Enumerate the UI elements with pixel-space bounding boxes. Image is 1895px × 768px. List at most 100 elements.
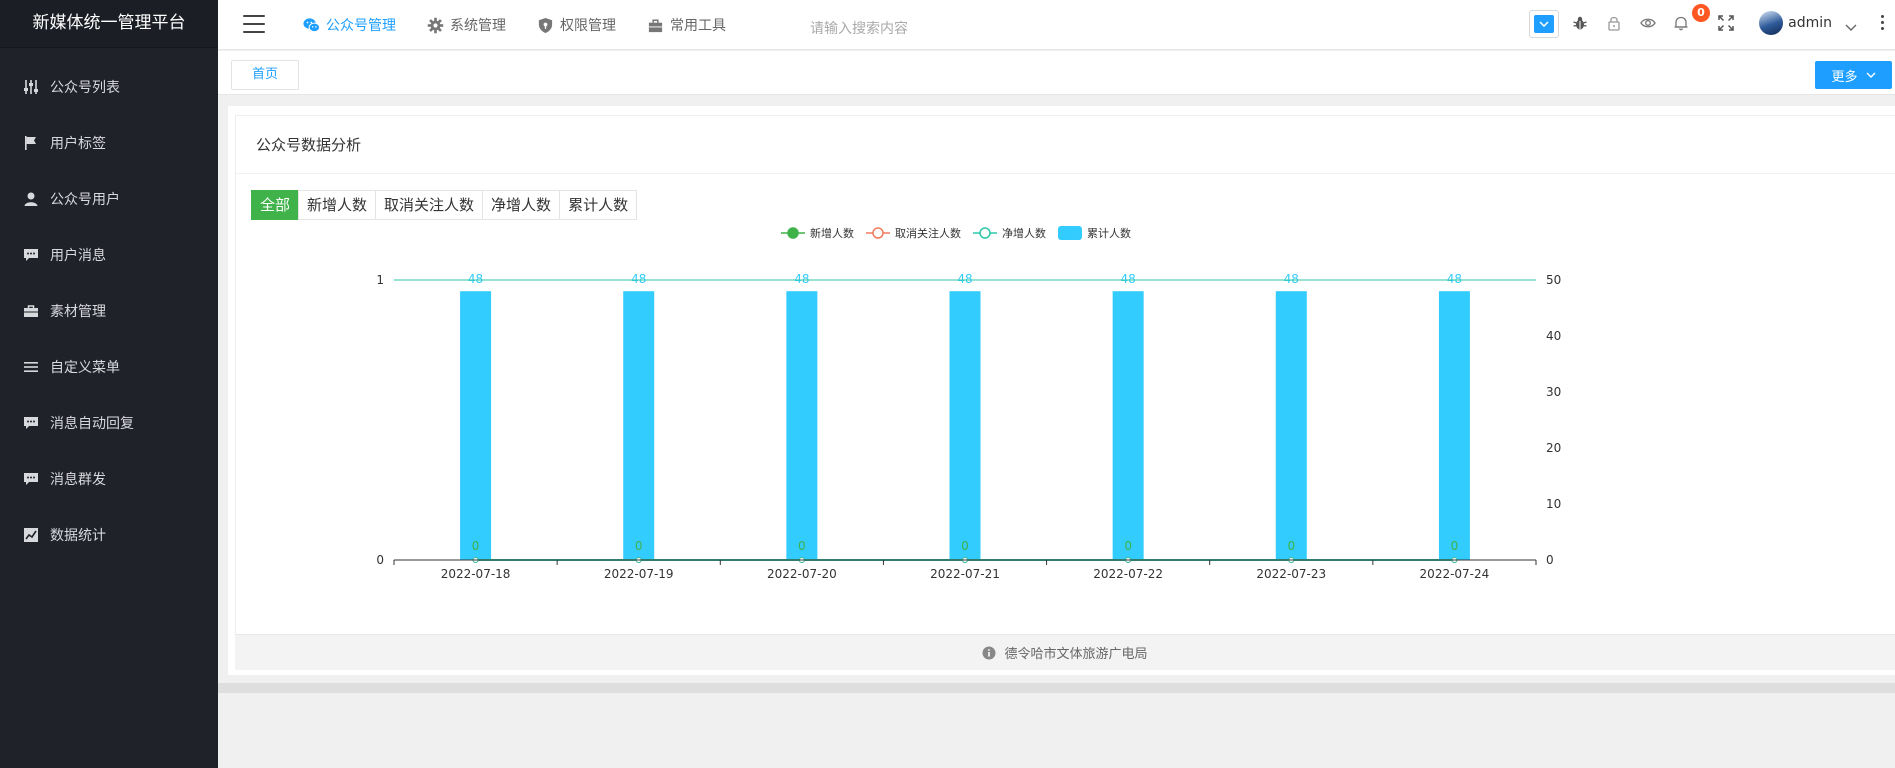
bar-data-label: 48 [468, 272, 483, 286]
more-vertical-icon[interactable] [1881, 15, 1885, 33]
line-data-label: 0 [961, 539, 969, 553]
flag-icon [22, 134, 40, 152]
nav-item-account-management[interactable]: 公众号管理 [303, 15, 396, 35]
gear-icon [427, 17, 444, 33]
analysis-panel: 公众号数据分析 全部 新增人数 取消关注人数 净增人数 累计人数 0 1 0 10 20… [235, 115, 1895, 634]
sidebar-item-auto-reply[interactable]: 消息自动回复 [0, 395, 218, 451]
sidebar-item-label: 公众号列表 [50, 80, 120, 96]
footer-text: 德令哈市文体旅游广电局 [1004, 647, 1148, 662]
menu-toggle-icon[interactable] [243, 15, 265, 33]
fullscreen-icon[interactable] [1717, 14, 1735, 32]
shield-icon [538, 17, 553, 33]
sidebar: 新媒体统一管理平台 公众号列表 用户标签 公众号用户 用户消息 素材管理 自定义… [0, 0, 218, 768]
briefcase-icon [22, 302, 40, 320]
line-data-label: 0 [635, 539, 643, 553]
legend-label: 累计人数 [1087, 227, 1131, 240]
sidebar-item-account-list[interactable]: 公众号列表 [0, 59, 218, 115]
chart-bar [1112, 291, 1144, 560]
app-title: 新媒体统一管理平台 [0, 0, 218, 48]
line-data-label: 0 [1124, 539, 1132, 553]
nav-label: 常用工具 [670, 18, 726, 34]
bar-data-label: 48 [1284, 272, 1299, 286]
legend-marker [787, 227, 799, 239]
user-icon [22, 190, 40, 208]
sidebar-item-statistics[interactable]: 数据统计 [0, 507, 218, 563]
tabs-bar: 首页 更多 [218, 51, 1895, 95]
line-data-label: 0 [472, 539, 480, 553]
line-data-label: 0 [1287, 539, 1295, 553]
analysis-chart: 010102030405048 48 48 48 48 48 480 0 0 0 0 0 02022-0… [376, 226, 1561, 581]
bar-data-label: 48 [1121, 272, 1136, 286]
bottom-scrollbar [218, 683, 1895, 693]
sidebar-item-custom-menu[interactable]: 自定义菜单 [0, 339, 218, 395]
sidebar-item-label: 用户消息 [50, 248, 106, 264]
search-input[interactable] [810, 13, 1030, 45]
x-axis-tick-label: 2022-07-18 [441, 567, 511, 581]
message-icon [22, 246, 40, 264]
legend-label: 净增人数 [1002, 226, 1046, 240]
sidebar-item-user-tags[interactable]: 用户标签 [0, 115, 218, 171]
right-axis-tick-label: 20 [1546, 441, 1561, 455]
bar-data-label: 48 [957, 272, 972, 286]
sidebar-item-label: 消息自动回复 [50, 416, 134, 432]
x-axis-tick-label: 2022-07-20 [767, 567, 837, 581]
message-icon [22, 470, 40, 488]
chart-bar [623, 291, 655, 560]
left-axis-tick-label: 1 [376, 273, 384, 287]
sidebar-item-label: 消息群发 [50, 472, 106, 488]
legend-marker [979, 227, 991, 239]
x-axis-tick-label: 2022-07-22 [1093, 567, 1163, 581]
chart-bar [1438, 291, 1470, 560]
nav-item-common-tools[interactable]: 常用工具 [647, 15, 726, 35]
tab-home[interactable]: 首页 [231, 60, 300, 90]
line-data-label: 0 [1451, 539, 1459, 553]
nav-label: 权限管理 [560, 18, 616, 34]
x-axis-tick-label: 2022-07-23 [1256, 567, 1326, 581]
sidebar-item-label: 公众号用户 [50, 192, 120, 208]
legend-marker [872, 227, 884, 239]
bar-data-label: 48 [1447, 272, 1462, 286]
sliders-icon [22, 78, 40, 96]
top-nav: 公众号管理 系统管理 权限管理 常用工具 [303, 0, 757, 50]
sidebar-item-materials[interactable]: 素材管理 [0, 283, 218, 339]
nav-item-permission-management[interactable]: 权限管理 [537, 15, 616, 35]
nav-label: 系统管理 [450, 18, 506, 34]
content-area: 公众号数据分析 全部 新增人数 取消关注人数 净增人数 累计人数 0 1 0 10 20… [228, 106, 1895, 675]
sidebar-item-label: 自定义菜单 [50, 360, 120, 376]
info-icon [982, 646, 996, 659]
list-icon [22, 358, 40, 376]
right-axis-tick-label: 10 [1546, 497, 1561, 511]
lock-icon[interactable] [1605, 14, 1623, 32]
sidebar-item-user-messages[interactable]: 用户消息 [0, 227, 218, 283]
chevron-down-icon[interactable] [1845, 17, 1857, 36]
sidebar-item-label: 素材管理 [50, 304, 106, 320]
right-axis-tick-label: 40 [1546, 329, 1561, 343]
left-axis-tick-label: 0 [376, 553, 384, 567]
sidebar-item-account-users[interactable]: 公众号用户 [0, 171, 218, 227]
right-axis-tick-label: 50 [1546, 273, 1561, 287]
x-axis-tick-label: 2022-07-19 [604, 567, 674, 581]
legend-label: 新增人数 [810, 226, 854, 240]
more-button[interactable]: 更多 [1815, 61, 1892, 89]
chevron-down-icon [1534, 15, 1554, 33]
sidebar-item-label: 用户标签 [50, 136, 106, 152]
nav-label: 公众号管理 [326, 18, 396, 34]
right-axis-tick-label: 0 [1546, 553, 1554, 567]
sidebar-item-label: 数据统计 [50, 528, 106, 544]
x-axis-tick-label: 2022-07-21 [930, 567, 1000, 581]
eye-icon[interactable] [1639, 14, 1657, 32]
avatar[interactable] [1759, 11, 1783, 35]
nav-item-system-management[interactable]: 系统管理 [427, 15, 506, 35]
message-icon [22, 414, 40, 432]
bar-data-label: 48 [631, 272, 646, 286]
bug-icon[interactable] [1571, 14, 1589, 32]
theme-select-button[interactable] [1529, 10, 1559, 38]
top-header: 公众号管理 系统管理 权限管理 常用工具 0 admin [218, 0, 1895, 50]
x-axis-tick-label: 2022-07-24 [1420, 567, 1490, 581]
sidebar-item-mass-message[interactable]: 消息群发 [0, 451, 218, 507]
sidebar-menu: 公众号列表 用户标签 公众号用户 用户消息 素材管理 自定义菜单 消息自动回复 … [0, 59, 218, 563]
username[interactable]: admin [1788, 15, 1832, 31]
chart-bar [949, 291, 981, 560]
bell-icon[interactable] [1672, 14, 1690, 32]
bar-data-label: 48 [794, 272, 809, 286]
